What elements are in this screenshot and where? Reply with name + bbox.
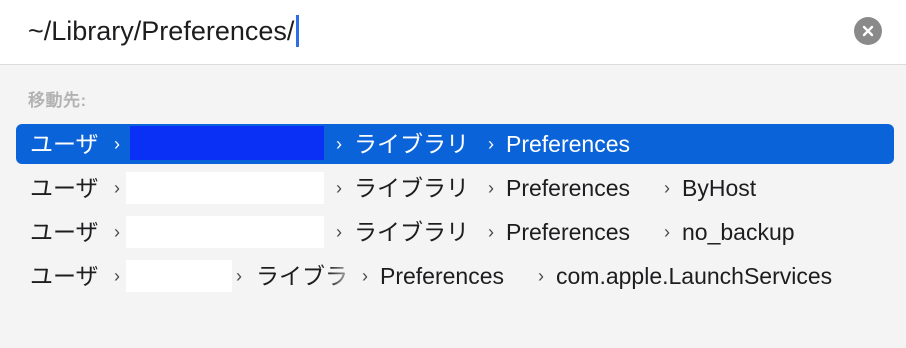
chevron-right-icon: ›	[488, 178, 494, 198]
path-input-text: ~/Library/Preferences/	[28, 16, 295, 46]
chevron-right-icon: ›	[664, 222, 670, 242]
suggestion-row-2[interactable]: ユーザ › › ライブラリ › Preferences › ByHost	[16, 168, 894, 208]
suggestion-row-3[interactable]: ユーザ › › ライブラリ › Preferences › no_backup	[16, 212, 894, 252]
path-user: ユーザ	[30, 175, 99, 201]
path-user: ユーザ	[30, 219, 99, 245]
path-preferences: Preferences	[506, 175, 631, 201]
chevron-right-icon: ›	[538, 266, 544, 286]
path-library: ライブラリ	[354, 131, 469, 157]
path-preferences: Preferences	[506, 219, 631, 245]
path-preferences: Preferences	[506, 131, 631, 157]
section-label: 移動先:	[28, 91, 87, 110]
path-user: ユーザ	[30, 131, 99, 157]
chevron-right-icon: ›	[236, 266, 242, 286]
clear-button[interactable]	[854, 17, 882, 45]
path-input-area: ~/Library/Preferences/	[0, 0, 906, 65]
chevron-right-icon: ›	[664, 178, 670, 198]
redacted-username	[130, 126, 324, 160]
chevron-right-icon: ›	[336, 222, 342, 242]
chevron-right-icon: ›	[114, 178, 120, 198]
chevron-right-icon: ›	[362, 266, 368, 286]
path-library: ライブラリ	[354, 219, 469, 245]
chevron-right-icon: ›	[488, 134, 494, 154]
chevron-right-icon: ›	[488, 222, 494, 242]
path-user: ユーザ	[30, 263, 99, 289]
path-library: ライブラリ	[354, 175, 469, 201]
suggestion-row-4[interactable]: ユーザ › › ライブラ › Preferences › com.apple.L…	[16, 256, 894, 296]
chevron-right-icon: ›	[114, 134, 120, 154]
path-preferences: Preferences	[380, 263, 505, 289]
suggestion-row-1[interactable]: ユーザ › › ライブラリ › Preferences	[16, 124, 894, 164]
path-subfolder: ByHost	[682, 175, 757, 201]
redacted-username	[126, 216, 324, 248]
path-subfolder: com.apple.LaunchServices	[556, 263, 833, 289]
text-caret	[296, 14, 300, 47]
redacted-username	[126, 172, 324, 204]
chevron-right-icon: ›	[336, 178, 342, 198]
redacted-username	[126, 260, 232, 292]
chevron-right-icon: ›	[114, 266, 120, 286]
path-subfolder: no_backup	[682, 219, 795, 245]
chevron-right-icon: ›	[336, 134, 342, 154]
x-circle-icon	[862, 25, 874, 37]
truncation-fade	[328, 256, 358, 296]
chevron-right-icon: ›	[114, 222, 120, 242]
path-input[interactable]: ~/Library/Preferences/	[28, 11, 300, 51]
